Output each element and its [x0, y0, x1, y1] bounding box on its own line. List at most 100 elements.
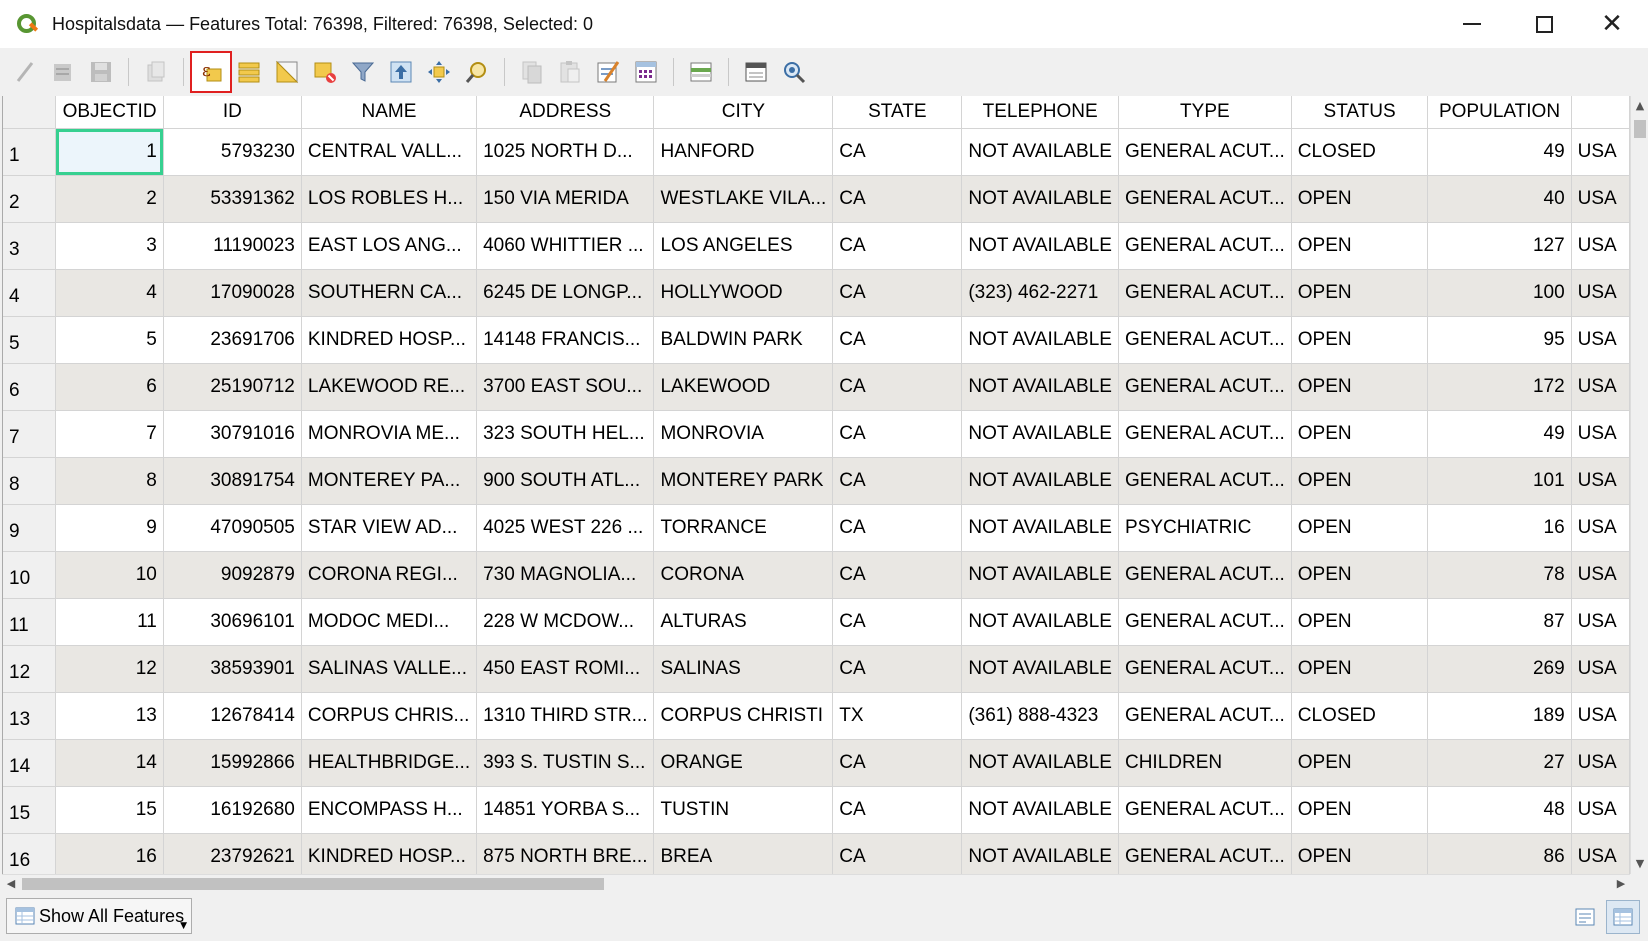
name-cell[interactable]: MODOC MEDI...	[301, 598, 478, 646]
telephone-cell[interactable]: NOT AVAILABLE	[961, 316, 1119, 364]
minimize-button[interactable]	[1436, 0, 1508, 48]
table-view-button[interactable]	[1606, 900, 1640, 934]
type-cell[interactable]: GENERAL ACUT...	[1118, 551, 1292, 599]
state-cell[interactable]: CA	[832, 504, 963, 552]
actions-button[interactable]	[775, 53, 813, 91]
status-cell[interactable]: OPEN	[1291, 739, 1429, 787]
id-cell[interactable]: 38593901	[163, 645, 302, 693]
state-cell[interactable]: CA	[832, 316, 963, 364]
status-cell[interactable]: OPEN	[1291, 363, 1429, 411]
type-cell[interactable]: GENERAL ACUT...	[1118, 363, 1292, 411]
row-number[interactable]: 1	[3, 128, 57, 176]
close-button[interactable]: ✕	[1576, 0, 1648, 48]
status-cell[interactable]: OPEN	[1291, 222, 1429, 270]
column-header-id[interactable]: ID	[163, 96, 302, 129]
objectid-cell[interactable]: 4	[55, 269, 164, 317]
id-cell[interactable]: 9092879	[163, 551, 302, 599]
id-cell[interactable]: 30891754	[163, 457, 302, 505]
telephone-cell[interactable]: NOT AVAILABLE	[961, 128, 1119, 176]
row-number[interactable]: 15	[3, 786, 57, 834]
name-cell[interactable]: SALINAS VALLE...	[301, 645, 478, 693]
id-cell[interactable]: 16192680	[163, 786, 302, 834]
status-cell[interactable]: OPEN	[1291, 175, 1429, 223]
city-cell[interactable]: SALINAS	[653, 645, 834, 693]
column-header-telephone[interactable]: TELEPHONE	[961, 96, 1119, 129]
name-cell[interactable]: HEALTHBRIDGE...	[301, 739, 478, 787]
address-cell[interactable]: 4060 WHITTIER ...	[476, 222, 655, 270]
status-cell[interactable]: OPEN	[1291, 316, 1429, 364]
table-row[interactable]: 11 11 30696101 MODOC MEDI... 228 W MCDOW... A…	[3, 598, 1630, 646]
telephone-cell[interactable]: NOT AVAILABLE	[961, 786, 1119, 834]
type-cell[interactable]: GENERAL ACUT...	[1118, 833, 1292, 874]
population-cell[interactable]: 127	[1427, 222, 1572, 270]
type-cell[interactable]: CHILDREN	[1118, 739, 1292, 787]
move-selection-top-button[interactable]	[382, 53, 420, 91]
scroll-down-icon[interactable]: ▼	[1631, 854, 1648, 874]
id-cell[interactable]: 25190712	[163, 363, 302, 411]
state-cell[interactable]: CA	[832, 786, 963, 834]
country-cell[interactable]: USA	[1571, 128, 1630, 176]
row-number[interactable]: 10	[3, 551, 57, 599]
city-cell[interactable]: ALTURAS	[653, 598, 834, 646]
table-row[interactable]: 9 9 47090505 STAR VIEW AD... 4025 WEST 226 .…	[3, 504, 1630, 552]
telephone-cell[interactable]: NOT AVAILABLE	[961, 833, 1119, 874]
address-cell[interactable]: 3700 EAST SOU...	[476, 363, 655, 411]
horizontal-scrollbar[interactable]: ◀ ▶	[2, 874, 1630, 892]
scroll-up-icon[interactable]: ▲	[1631, 96, 1648, 116]
row-number[interactable]: 9	[3, 504, 57, 552]
objectid-cell[interactable]: 1	[55, 128, 164, 176]
vertical-scrollbar[interactable]: ▲ ▼	[1630, 96, 1648, 874]
vertical-scroll-thumb[interactable]	[1634, 120, 1646, 138]
population-cell[interactable]: 87	[1427, 598, 1572, 646]
table-row[interactable]: 14 14 15992866 HEALTHBRIDGE... 393 S. TUSTIN…	[3, 739, 1630, 787]
city-cell[interactable]: CORPUS CHRISTI	[653, 692, 834, 740]
table-row[interactable]: 16 16 23792621 KINDRED HOSP... 875 NORTH BRE…	[3, 833, 1630, 874]
table-row[interactable]: 12 12 38593901 SALINAS VALLE... 450 EAST ROM…	[3, 645, 1630, 693]
pan-to-selection-button[interactable]	[420, 53, 458, 91]
column-header-status[interactable]: STATUS	[1291, 96, 1429, 129]
name-cell[interactable]: CORONA REGI...	[301, 551, 478, 599]
state-cell[interactable]: CA	[832, 833, 963, 874]
row-number[interactable]: 5	[3, 316, 57, 364]
id-cell[interactable]: 47090505	[163, 504, 302, 552]
corner-header[interactable]	[3, 96, 57, 129]
name-cell[interactable]: SOUTHERN CA...	[301, 269, 478, 317]
table-row[interactable]: 13 13 12678414 CORPUS CHRIS... 1310 THIRD ST…	[3, 692, 1630, 740]
row-number[interactable]: 7	[3, 410, 57, 458]
objectid-cell[interactable]: 12	[55, 645, 164, 693]
column-header-name[interactable]: NAME	[301, 96, 478, 129]
row-number[interactable]: 16	[3, 833, 57, 874]
telephone-cell[interactable]: (323) 462-2271	[961, 269, 1119, 317]
address-cell[interactable]: 6245 DE LONGP...	[476, 269, 655, 317]
population-cell[interactable]: 16	[1427, 504, 1572, 552]
objectid-cell[interactable]: 9	[55, 504, 164, 552]
name-cell[interactable]: LOS ROBLES H...	[301, 175, 478, 223]
population-cell[interactable]: 189	[1427, 692, 1572, 740]
city-cell[interactable]: MONTEREY PARK	[653, 457, 834, 505]
type-cell[interactable]: GENERAL ACUT...	[1118, 222, 1292, 270]
name-cell[interactable]: MONROVIA ME...	[301, 410, 478, 458]
address-cell[interactable]: 228 W MCDOW...	[476, 598, 655, 646]
type-cell[interactable]: PSYCHIATRIC	[1118, 504, 1292, 552]
conditional-formatting-button[interactable]	[682, 53, 720, 91]
population-cell[interactable]: 269	[1427, 645, 1572, 693]
table-row[interactable]: 2 2 53391362 LOS ROBLES H... 150 VIA MERIDA W…	[3, 175, 1630, 223]
row-number[interactable]: 8	[3, 457, 57, 505]
table-row[interactable]: 7 7 30791016 MONROVIA ME... 323 SOUTH HEL...…	[3, 410, 1630, 458]
id-cell[interactable]: 30696101	[163, 598, 302, 646]
horizontal-scroll-thumb[interactable]	[22, 878, 604, 890]
row-number[interactable]: 2	[3, 175, 57, 223]
country-cell[interactable]: USA	[1571, 175, 1630, 223]
deselect-all-button[interactable]	[306, 53, 344, 91]
city-cell[interactable]: TORRANCE	[653, 504, 834, 552]
country-cell[interactable]: USA	[1571, 692, 1630, 740]
objectid-cell[interactable]: 14	[55, 739, 164, 787]
table-row[interactable]: 15 15 16192680 ENCOMPASS H... 14851 YORBA S.…	[3, 786, 1630, 834]
new-field-button[interactable]	[589, 53, 627, 91]
table-row[interactable]: 1 1 5793230 CENTRAL VALL... 1025 NORTH D... H…	[3, 128, 1630, 176]
column-header-city[interactable]: CITY	[653, 96, 834, 129]
city-cell[interactable]: HOLLYWOOD	[653, 269, 834, 317]
city-cell[interactable]: LOS ANGELES	[653, 222, 834, 270]
city-cell[interactable]: BREA	[653, 833, 834, 874]
state-cell[interactable]: TX	[832, 692, 963, 740]
